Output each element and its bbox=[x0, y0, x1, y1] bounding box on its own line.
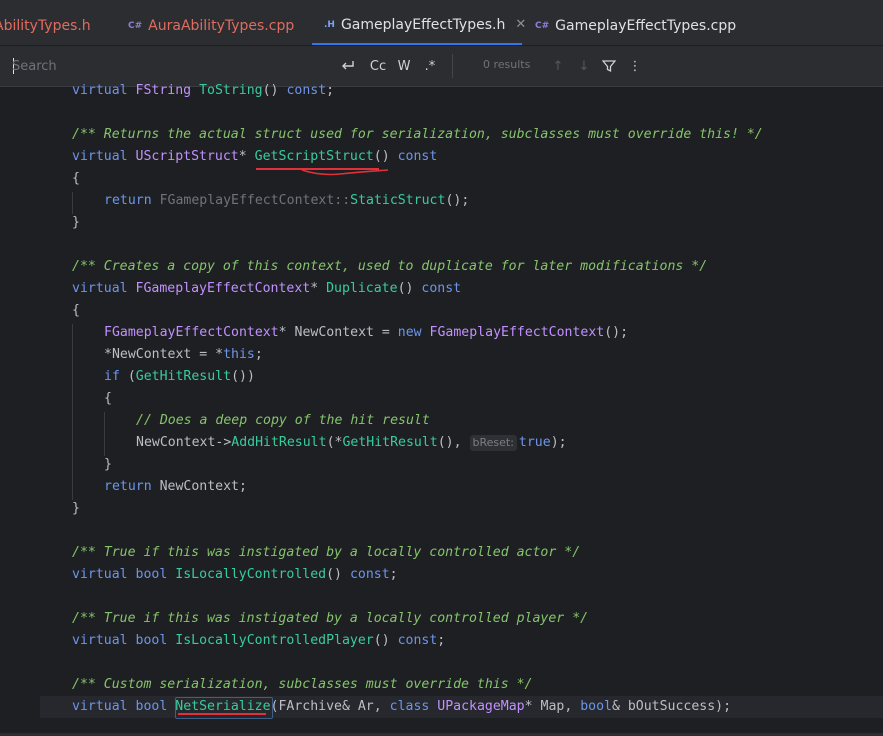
editor-tab-bar: AbilityTypes.h C# AuraAbilityTypes.cpp .… bbox=[0, 0, 883, 46]
divider bbox=[452, 54, 453, 78]
doc-comment: /** True if this was instigated by a loc… bbox=[72, 611, 589, 626]
code-line: virtual FGameplayEffectContext* Duplicat… bbox=[72, 281, 462, 296]
match-case-button[interactable]: Cc bbox=[366, 57, 390, 75]
tab-ability-types-h[interactable]: AbilityTypes.h bbox=[0, 6, 91, 45]
doc-comment: /** True if this was instigated by a loc… bbox=[72, 545, 581, 560]
indent-guide bbox=[72, 192, 73, 214]
code-line: if (GetHitResult()) bbox=[104, 369, 255, 384]
code-line: virtual UScriptStruct* GetScriptStruct()… bbox=[72, 149, 438, 164]
regex-button[interactable]: .* bbox=[420, 57, 440, 75]
code-line: return NewContext; bbox=[104, 479, 247, 494]
search-results-count: 0 results bbox=[483, 58, 531, 71]
filter-icon[interactable] bbox=[600, 57, 618, 75]
annotation-squiggle bbox=[301, 169, 389, 176]
code-line: FGameplayEffectContext* NewContext = new… bbox=[104, 325, 629, 340]
brace: { bbox=[104, 391, 112, 406]
code-line: virtual bool IsLocallyControlled() const… bbox=[72, 567, 398, 582]
doc-comment: /** Returns the actual struct used for s… bbox=[72, 127, 763, 142]
code-line: return FGameplayEffectContext::StaticStr… bbox=[104, 193, 470, 208]
tab-label: AbilityTypes.h bbox=[0, 17, 91, 34]
brace: { bbox=[72, 171, 80, 186]
code-line: NewContext->AddHitResult(*GetHitResult()… bbox=[136, 435, 567, 451]
code-line: virtual bool NetSerialize(FArchive& Ar, … bbox=[72, 699, 732, 714]
tab-label: GameplayEffectTypes.cpp bbox=[555, 17, 737, 34]
cpp-file-icon: C# bbox=[535, 20, 550, 31]
code-line: virtual bool IsLocallyControlledPlayer()… bbox=[72, 633, 446, 648]
newline-icon[interactable] bbox=[338, 57, 358, 75]
tab-gameplay-effect-types-cpp[interactable]: C# GameplayEffectTypes.cpp bbox=[535, 6, 736, 45]
more-options-icon[interactable]: ⋮ bbox=[627, 57, 643, 75]
code-line: *NewContext = *this; bbox=[104, 347, 263, 362]
close-icon[interactable]: ✕ bbox=[515, 17, 526, 32]
indent-guide bbox=[104, 412, 105, 456]
header-file-icon: .H bbox=[324, 19, 335, 30]
tab-label: GameplayEffectTypes.h bbox=[340, 16, 506, 33]
code-line: virtual FString ToString() const; bbox=[72, 83, 335, 98]
parameter-hint: bReset: bbox=[469, 435, 517, 451]
search-input[interactable] bbox=[12, 56, 312, 76]
editor-gutter bbox=[0, 87, 40, 736]
cpp-file-icon: C# bbox=[128, 20, 143, 31]
arrow-up-icon[interactable]: ↑ bbox=[549, 57, 567, 75]
arrow-down-icon[interactable]: ↓ bbox=[575, 57, 593, 75]
brace: } bbox=[104, 457, 112, 472]
doc-comment: /** Custom serialization, subclasses mus… bbox=[72, 677, 533, 692]
tab-label: AuraAbilityTypes.cpp bbox=[148, 17, 295, 34]
doc-comment: /** Creates a copy of this context, used… bbox=[72, 259, 708, 274]
indent-guide bbox=[72, 324, 73, 500]
annotation-underline bbox=[178, 713, 266, 715]
line-comment: // Does a deep copy of the hit result bbox=[136, 413, 430, 428]
brace: { bbox=[72, 303, 80, 318]
whole-words-button[interactable]: W bbox=[393, 57, 415, 75]
symbol-highlight bbox=[175, 697, 273, 719]
tab-gameplay-effect-types-h[interactable]: .H GameplayEffectTypes.h ✕ bbox=[312, 6, 526, 45]
brace: } bbox=[72, 501, 80, 516]
tab-aura-ability-types-cpp[interactable]: C# AuraAbilityTypes.cpp bbox=[128, 6, 294, 45]
brace: } bbox=[72, 215, 80, 230]
